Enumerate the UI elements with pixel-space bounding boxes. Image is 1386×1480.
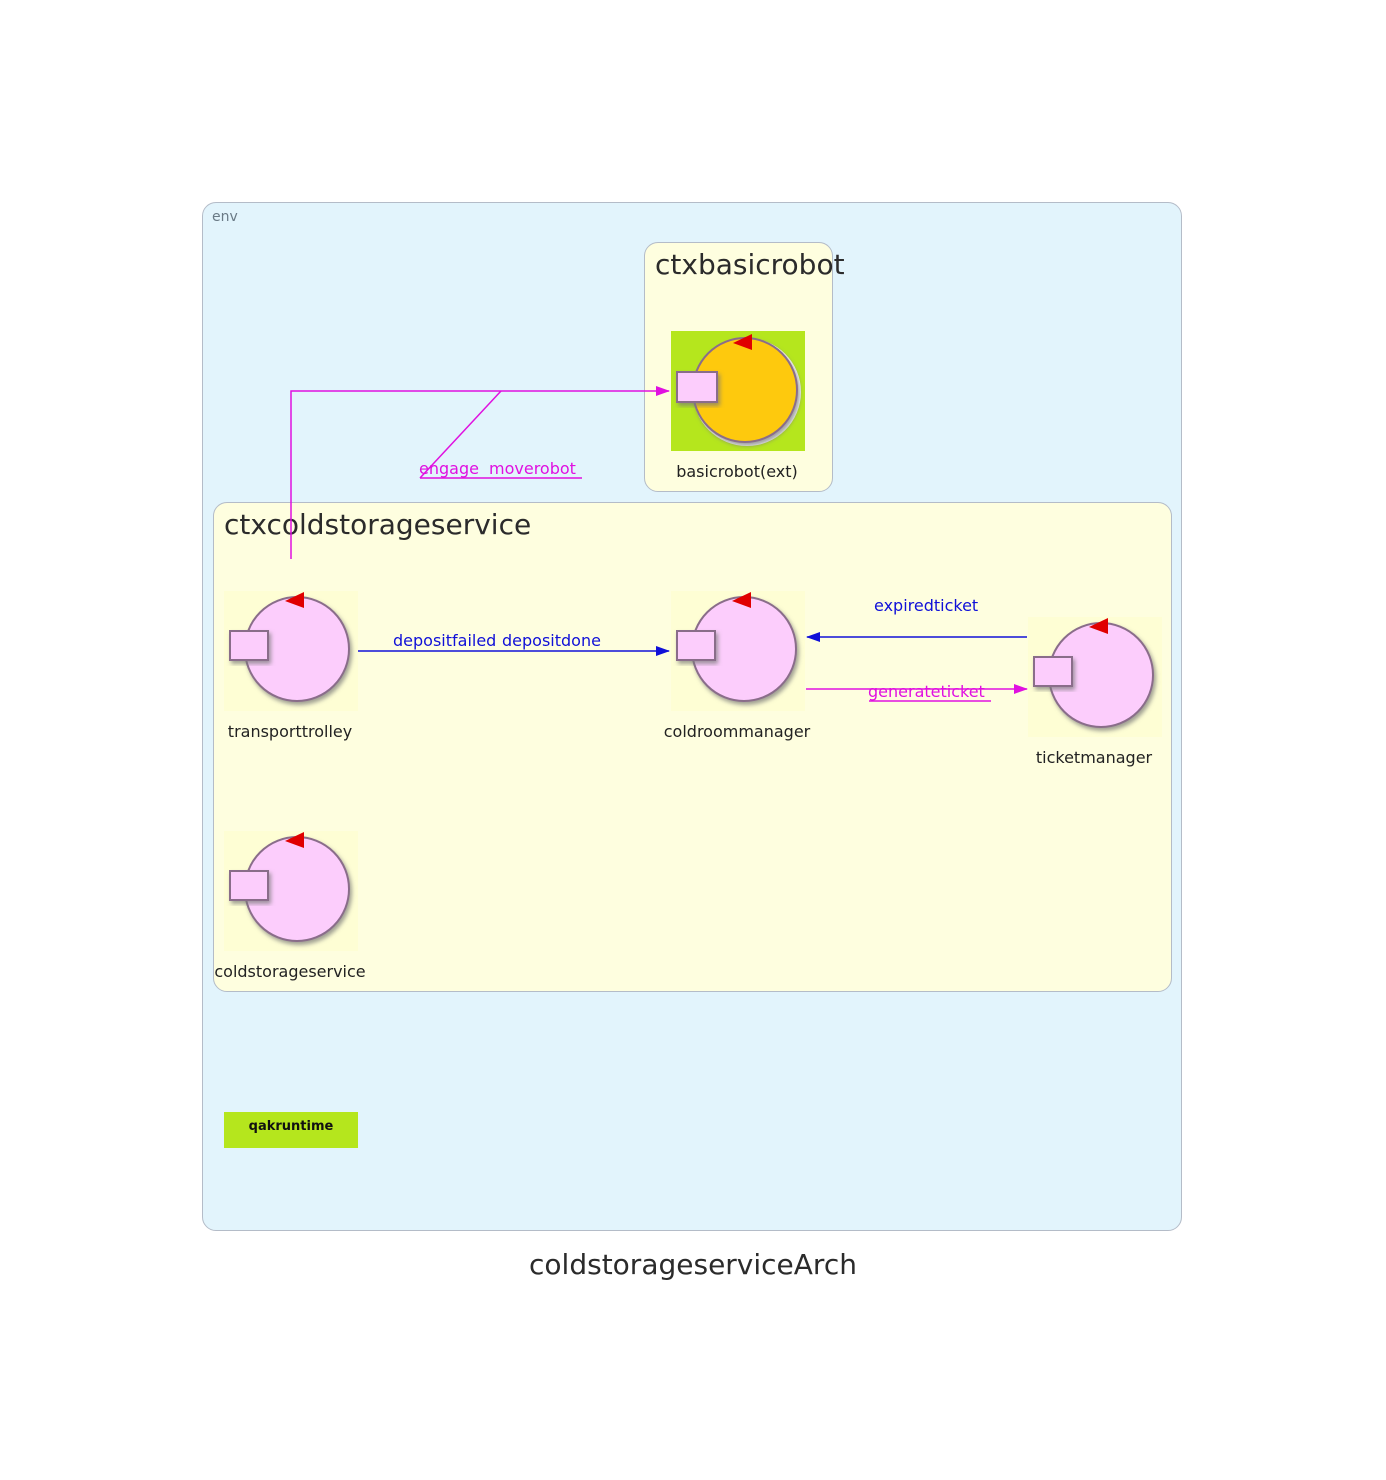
message-depositfailed: depositfailed [393,631,497,650]
message-engage: engage [419,459,479,478]
diagram-title: coldstorageserviceArch [529,1248,857,1281]
actor-icon-transporttrolley [224,591,358,711]
actor-icon-coldroommanager [671,591,805,711]
actor-label-ticketmanager: ticketmanager [1035,748,1153,767]
actor-label-transporttrolley: transporttrolley [227,722,353,741]
message-generateticket: generateticket [868,682,985,701]
runtime-box-qakruntime: qakruntime [224,1112,358,1148]
actor-label-coldroommanager: coldroommanager [663,722,811,741]
actor-label-coldstorageservice: coldstorageservice [214,962,366,981]
message-depositdone: depositdone [502,631,601,650]
actor-icon-basicrobot [671,331,805,451]
actor-icon-coldstorageservice [224,831,358,951]
actor-label-basicrobot: basicrobot(ext) [676,462,798,481]
edge-transporttrolley-basicrobot [290,386,670,559]
message-moverobot: moverobot [489,459,576,478]
message-expiredticket: expiredticket [874,596,979,615]
actor-icon-ticketmanager [1028,617,1162,737]
